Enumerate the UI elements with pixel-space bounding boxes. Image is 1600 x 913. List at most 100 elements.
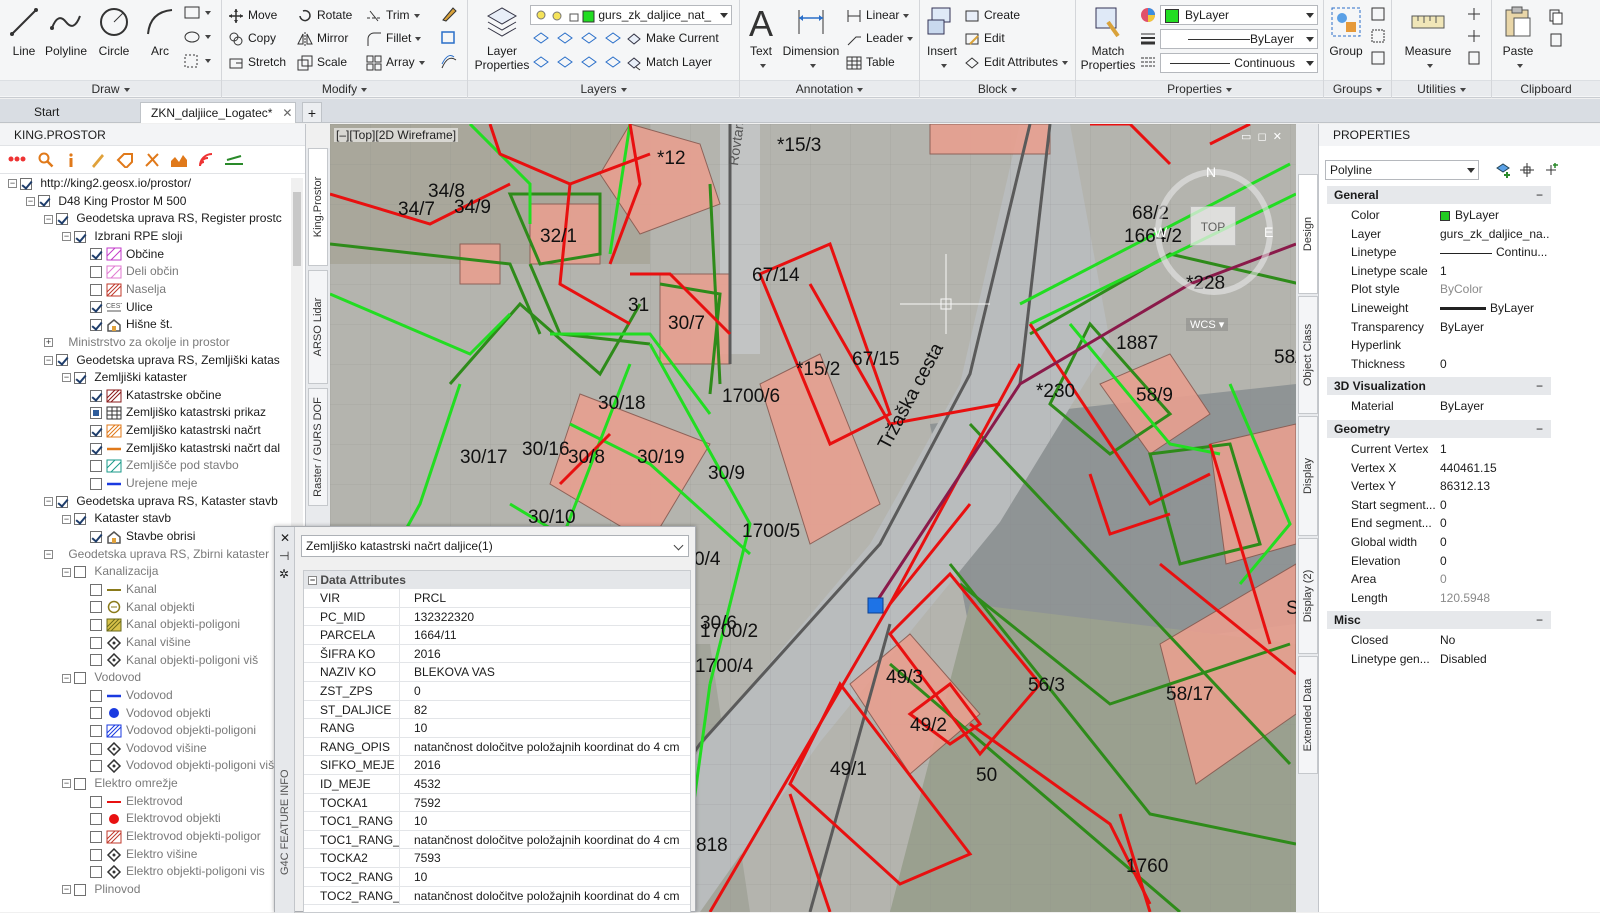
layer-properties-button[interactable]: Layer Properties [474, 4, 530, 72]
tree-item[interactable]: − Kanalizacija [62, 563, 158, 581]
layer-visibility-checkbox[interactable] [90, 654, 102, 667]
property-row[interactable]: Global width 0 [1327, 533, 1551, 552]
layer-visibility-checkbox[interactable] [90, 301, 102, 314]
signal-icon[interactable] [198, 152, 216, 171]
measure-line-icon[interactable] [224, 152, 244, 171]
attribute-row[interactable]: SIFKO_MEJE 2016 [304, 756, 690, 775]
tree-item[interactable]: Vodovod [80, 687, 173, 705]
dots-icon[interactable] [8, 152, 26, 169]
attribute-row[interactable]: TOCKA2 7593 [304, 849, 690, 868]
tree-item[interactable]: − Geodetska uprava RS, Kataster stavb [44, 493, 278, 511]
insert-button[interactable]: Insert [922, 4, 962, 72]
compass-e[interactable]: E [1264, 224, 1273, 240]
attribute-row[interactable]: ID_MEJE 4532 [304, 774, 690, 794]
tree-item[interactable]: Katastrske občine [80, 387, 221, 405]
layer-visibility-checkbox[interactable] [56, 213, 69, 226]
property-row[interactable]: Thickness 0 [1327, 355, 1551, 374]
attribute-row[interactable]: TOC2_RANG 10 [304, 867, 690, 887]
attribute-row[interactable]: PARCELA 1664/11 [304, 626, 690, 645]
layer-visibility-checkbox[interactable] [90, 477, 102, 490]
tree-item[interactable]: Deli občin [80, 263, 179, 281]
layer-visibility-checkbox[interactable] [90, 583, 102, 596]
scale-button[interactable]: Scale [297, 52, 347, 72]
attribute-row[interactable]: ZST_ZPS 0 [304, 681, 690, 701]
match-properties-button[interactable]: Match Properties [1080, 4, 1136, 72]
layer-visibility-checkbox[interactable] [74, 566, 87, 579]
tree-item[interactable]: Elektro objekti-poligoni vis [80, 863, 265, 881]
tree-item[interactable]: − Elektro omrežje [62, 775, 178, 793]
layer-visibility-checkbox[interactable] [90, 760, 102, 773]
tree-item[interactable]: Elektrovod objekti [80, 810, 221, 828]
tree-item[interactable]: Kanal objekti [80, 599, 195, 617]
line-button[interactable]: Line [0, 4, 48, 58]
tree-item[interactable]: Zemljiško katastrski načrt [80, 422, 261, 440]
clipboard-group-title[interactable]: Clipboard [1492, 80, 1600, 96]
viewcube-top-face[interactable]: TOP [1190, 206, 1236, 246]
layer-visibility-checkbox[interactable] [20, 177, 33, 190]
tree-item[interactable]: − Izbrani RPE sloji [62, 228, 182, 246]
collapse-icon[interactable]: − [1536, 420, 1543, 438]
create-block-button[interactable]: Create [964, 5, 1020, 25]
attribute-row[interactable]: VIR PRCL [304, 589, 690, 608]
boundary-icon[interactable] [184, 54, 214, 71]
tab-start[interactable]: Start [24, 102, 69, 123]
tree-item[interactable]: CEST Ulice [80, 299, 153, 317]
close-tab-icon[interactable]: ✕ [282, 106, 292, 120]
property-row[interactable]: Hyperlink [1327, 336, 1551, 355]
offset-icon[interactable] [440, 54, 458, 73]
layer-visibility-checkbox[interactable] [90, 442, 102, 455]
expand-toggle-icon[interactable]: − [62, 567, 71, 577]
settings-panel-icon[interactable]: ✲ [279, 567, 289, 581]
move-button[interactable]: Move [228, 5, 277, 25]
tree-item[interactable]: Vodovod objekti [80, 705, 211, 723]
erase-icon[interactable] [440, 6, 458, 25]
tree-item[interactable]: Elektro višine [80, 846, 197, 864]
linear-button[interactable]: Linear [846, 5, 910, 25]
tree-item[interactable]: Kanal objekti-poligoni [80, 616, 240, 634]
layer-visibility-checkbox[interactable] [90, 866, 102, 879]
layer-visibility-checkbox[interactable] [90, 389, 102, 402]
layer-visibility-checkbox[interactable] [90, 319, 102, 332]
current-layer-combo[interactable]: gurs_zk_daljice_nat_ [530, 5, 732, 25]
attribute-row[interactable]: ST_DALJICE 82 [304, 700, 690, 720]
attribute-row[interactable]: TOC2_RANG_OPIS natančnost določitve polož… [304, 886, 690, 906]
property-row[interactable]: Current Vertex 1 [1327, 440, 1551, 459]
attribute-row[interactable]: NAZIV KO BLEKOVA VAS [304, 663, 690, 682]
toggle-pickadd-icon[interactable] [1543, 162, 1559, 181]
compass-n[interactable]: N [1206, 164, 1216, 180]
collapse-icon[interactable]: − [1536, 611, 1543, 629]
property-row[interactable]: Linetype gen... Disabled [1327, 650, 1551, 669]
layer-visibility-checkbox[interactable] [74, 777, 87, 790]
edit-block-button[interactable]: Edit [964, 28, 1005, 48]
layer-visibility-checkbox[interactable] [90, 266, 102, 279]
tree-item[interactable]: − Kataster stavb [62, 510, 171, 528]
pin-panel-icon[interactable]: ⊣ [279, 549, 289, 563]
tree-item[interactable]: Naselja [80, 281, 166, 299]
stretch-button[interactable]: Stretch [228, 52, 286, 72]
property-row[interactable]: Length 120.5948 [1327, 589, 1551, 608]
layer-visibility-checkbox[interactable] [74, 883, 87, 896]
explode-icon[interactable] [440, 30, 458, 49]
arc-button[interactable]: Arc [136, 4, 184, 58]
lineweight-combo[interactable]: ByLayer [1160, 29, 1318, 49]
groups-group-title[interactable]: Groups [1324, 80, 1391, 96]
modify-group-title[interactable]: Modify [222, 80, 467, 96]
property-row[interactable]: Transparency ByLayer [1327, 318, 1551, 337]
layer-tools-row2[interactable] [532, 54, 622, 73]
property-row[interactable]: Color ByLayer [1327, 206, 1551, 225]
layer-visibility-checkbox[interactable] [56, 354, 69, 367]
property-row[interactable]: Material ByLayer [1327, 397, 1551, 416]
layer-visibility-checkbox[interactable] [90, 724, 102, 737]
viewport-label[interactable]: [–][Top][2D Wireframe] [334, 128, 459, 142]
data-attributes-header[interactable]: − Data Attributes [304, 571, 690, 589]
tree-item[interactable]: Hišne št. [80, 316, 173, 334]
layer-visibility-checkbox[interactable] [90, 795, 102, 808]
expand-toggle-icon[interactable]: − [62, 514, 71, 524]
tree-item[interactable]: Stavbe obrisi [80, 528, 195, 546]
text-button[interactable]: A Text [742, 4, 780, 72]
tab-drawing[interactable]: ZKN_daljiice_Logatec* ✕ [140, 102, 296, 123]
search-icon[interactable] [38, 152, 54, 171]
viewport-window-controls[interactable]: ▭ ◻ ✕ [1241, 130, 1282, 143]
tree-item[interactable]: Elektrovod objekti-poligor [80, 828, 261, 846]
fillet-button[interactable]: Fillet [366, 28, 422, 48]
